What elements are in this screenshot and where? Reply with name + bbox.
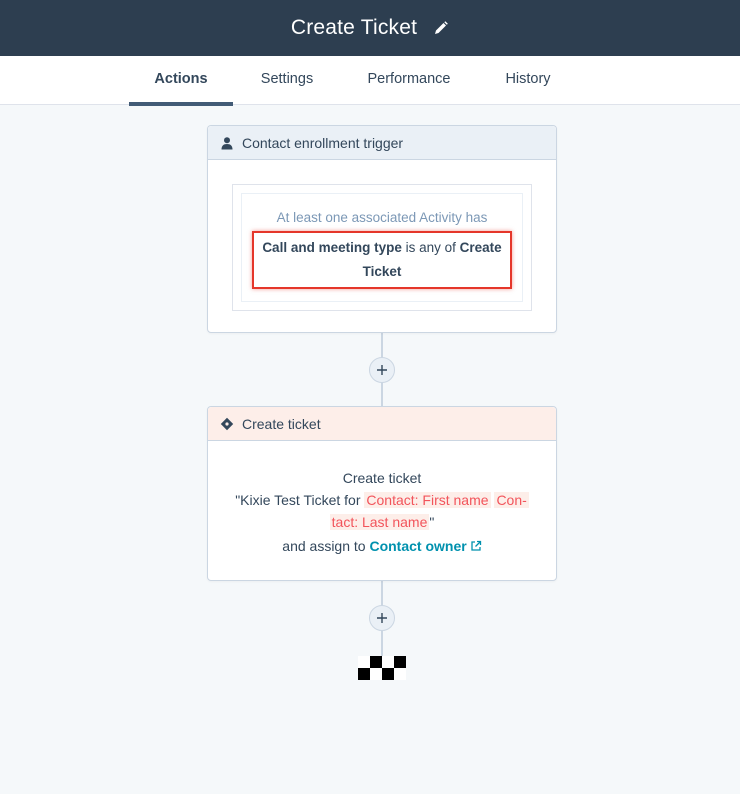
assign-line: and assign to Contact owner <box>228 535 536 557</box>
top-bar: Create Ticket <box>0 0 740 56</box>
pencil-icon[interactable] <box>433 20 449 36</box>
filter-heading: At least one associated Activity has <box>276 210 488 225</box>
assign-text: and assign to <box>282 538 366 554</box>
filter-condition[interactable]: At least one associated Activity has Cal… <box>241 193 523 302</box>
ticket-name-prefix: "Kixie Test Ticket for <box>235 492 361 508</box>
ticket-name-line-2: tact: Last name " <box>228 511 536 533</box>
action-card-header: Create ticket <box>208 407 556 441</box>
external-link-icon[interactable] <box>470 536 482 551</box>
add-step-button[interactable] <box>369 605 395 631</box>
filter-highlight-box: Call and meeting type is any of Create T… <box>252 231 512 289</box>
tab-actions[interactable]: Actions <box>129 56 233 106</box>
tab-history[interactable]: History <box>490 56 566 105</box>
plus-icon <box>377 613 387 623</box>
ticket-name-line-1: "Kixie Test Ticket for Contact: First na… <box>228 489 536 511</box>
action-card-title: Create ticket <box>242 415 321 432</box>
trigger-card-header: Contact enrollment trigger <box>208 126 556 160</box>
workflow-title[interactable]: Create Ticket <box>291 16 417 40</box>
plus-icon <box>377 365 387 375</box>
tab-performance[interactable]: Performance <box>352 56 466 105</box>
checkered-flag-icon <box>358 656 406 680</box>
token-first-name: Contact: First name <box>364 492 491 508</box>
enrollment-trigger-card[interactable]: Contact enrollment trigger At least one … <box>207 125 557 333</box>
ticket-icon <box>220 417 234 431</box>
create-ticket-action-card[interactable]: Create ticket Create ticket "Kixie Test … <box>207 406 557 581</box>
token-last-name-part2: tact: Last name <box>329 514 430 530</box>
filter-property: Call and meeting type <box>262 240 402 255</box>
action-description: Create ticket <box>342 470 422 486</box>
contact-owner-link[interactable]: Contact owner <box>369 538 466 554</box>
tab-bar: Actions Settings Performance History <box>0 56 740 106</box>
contact-person-icon <box>220 136 234 150</box>
ticket-name-suffix: " <box>429 514 435 530</box>
add-step-button[interactable] <box>369 357 395 383</box>
tab-settings[interactable]: Settings <box>243 56 331 105</box>
filter-operator: is any of <box>405 240 456 255</box>
trigger-card-title: Contact enrollment trigger <box>242 134 404 151</box>
filter-group: At least one associated Activity has Cal… <box>232 184 532 311</box>
token-last-name-part1: Con- <box>494 492 529 508</box>
